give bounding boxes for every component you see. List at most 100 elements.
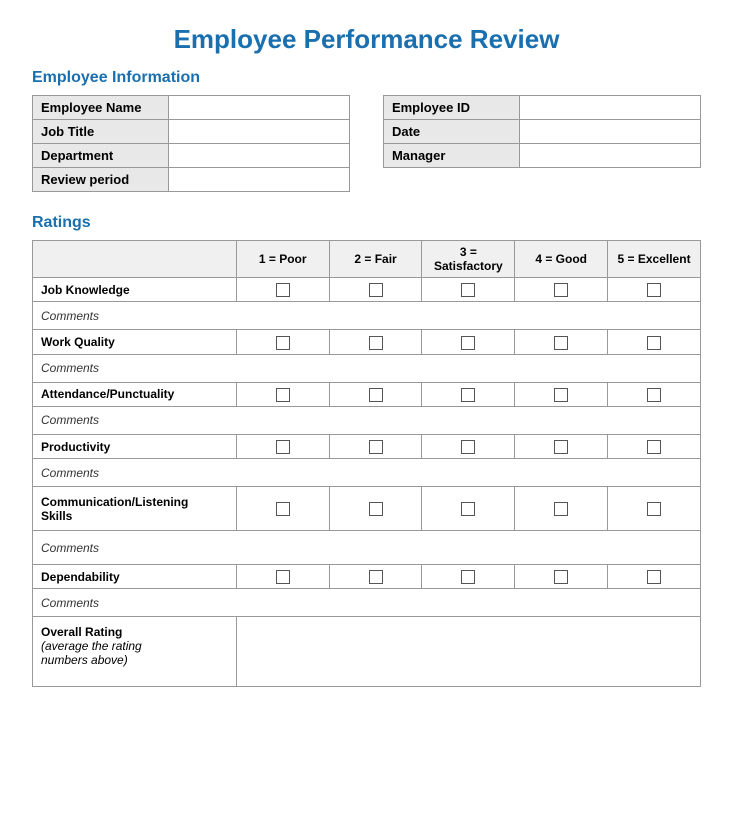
job-knowledge-4[interactable] — [515, 278, 608, 302]
row-productivity: Productivity — [33, 434, 701, 458]
date-value[interactable] — [519, 120, 700, 144]
overall-rating-label: Overall Rating (average the ratingnumber… — [33, 617, 237, 687]
employee-info-table: Employee Name Employee ID Job Title Date… — [32, 95, 701, 192]
checkbox-icon[interactable] — [276, 283, 290, 297]
productivity-4[interactable] — [515, 434, 608, 458]
job-knowledge-1[interactable] — [236, 278, 329, 302]
work-quality-comments[interactable]: Comments — [33, 354, 701, 382]
productivity-5[interactable] — [608, 434, 701, 458]
communication-comments[interactable]: Comments — [33, 531, 701, 565]
header-5-excellent: 5 = Excellent — [608, 241, 701, 278]
checkbox-icon[interactable] — [554, 283, 568, 297]
work-quality-4[interactable] — [515, 330, 608, 354]
productivity-label: Productivity — [33, 434, 237, 458]
dependability-4[interactable] — [515, 565, 608, 589]
checkbox-icon[interactable] — [647, 502, 661, 516]
review-period-value[interactable] — [168, 168, 349, 192]
header-4-good: 4 = Good — [515, 241, 608, 278]
checkbox-icon[interactable] — [276, 570, 290, 584]
checkbox-icon[interactable] — [369, 570, 383, 584]
checkbox-icon[interactable] — [554, 336, 568, 350]
ratings-section-title: Ratings — [32, 214, 701, 232]
dependability-2[interactable] — [329, 565, 422, 589]
checkbox-icon[interactable] — [369, 388, 383, 402]
employee-name-label: Employee Name — [33, 96, 169, 120]
checkbox-icon[interactable] — [276, 502, 290, 516]
employee-id-value[interactable] — [519, 96, 700, 120]
ratings-header-row: 1 = Poor 2 = Fair 3 =Satisfactory 4 = Go… — [33, 241, 701, 278]
checkbox-icon[interactable] — [554, 502, 568, 516]
attendance-comments[interactable]: Comments — [33, 406, 701, 434]
dependability-comments[interactable]: Comments — [33, 589, 701, 617]
attendance-4[interactable] — [515, 382, 608, 406]
review-period-label: Review period — [33, 168, 169, 192]
dependability-5[interactable] — [608, 565, 701, 589]
productivity-2[interactable] — [329, 434, 422, 458]
attendance-5[interactable] — [608, 382, 701, 406]
row-communication: Communication/ListeningSkills — [33, 487, 701, 531]
checkbox-icon[interactable] — [369, 336, 383, 350]
attendance-label: Attendance/Punctuality — [33, 382, 237, 406]
checkbox-icon[interactable] — [647, 336, 661, 350]
checkbox-icon[interactable] — [647, 570, 661, 584]
header-1-poor: 1 = Poor — [236, 241, 329, 278]
checkbox-icon[interactable] — [461, 388, 475, 402]
checkbox-icon[interactable] — [461, 283, 475, 297]
communication-5[interactable] — [608, 487, 701, 531]
checkbox-icon[interactable] — [276, 388, 290, 402]
header-category — [33, 241, 237, 278]
manager-value[interactable] — [519, 144, 700, 168]
checkbox-icon[interactable] — [461, 570, 475, 584]
communication-label: Communication/ListeningSkills — [33, 487, 237, 531]
date-label: Date — [383, 120, 519, 144]
page-title: Employee Performance Review — [32, 24, 701, 55]
checkbox-icon[interactable] — [647, 388, 661, 402]
checkbox-icon[interactable] — [554, 440, 568, 454]
overall-rating-value[interactable] — [236, 617, 700, 687]
row-productivity-comments: Comments — [33, 459, 701, 487]
job-knowledge-2[interactable] — [329, 278, 422, 302]
work-quality-2[interactable] — [329, 330, 422, 354]
attendance-3[interactable] — [422, 382, 515, 406]
checkbox-icon[interactable] — [461, 502, 475, 516]
job-title-label: Job Title — [33, 120, 169, 144]
job-knowledge-3[interactable] — [422, 278, 515, 302]
communication-2[interactable] — [329, 487, 422, 531]
checkbox-icon[interactable] — [276, 336, 290, 350]
attendance-1[interactable] — [236, 382, 329, 406]
overall-rating-description: (average the ratingnumbers above) — [41, 639, 142, 667]
info-row-3: Department Manager — [33, 144, 701, 168]
communication-3[interactable] — [422, 487, 515, 531]
work-quality-3[interactable] — [422, 330, 515, 354]
productivity-1[interactable] — [236, 434, 329, 458]
checkbox-icon[interactable] — [369, 502, 383, 516]
department-label: Department — [33, 144, 169, 168]
department-value[interactable] — [168, 144, 349, 168]
checkbox-icon[interactable] — [554, 388, 568, 402]
employee-name-value[interactable] — [168, 96, 349, 120]
checkbox-icon[interactable] — [554, 570, 568, 584]
row-attendance-comments: Comments — [33, 406, 701, 434]
info-row-2: Job Title Date — [33, 120, 701, 144]
ratings-table: 1 = Poor 2 = Fair 3 =Satisfactory 4 = Go… — [32, 240, 701, 687]
checkbox-icon[interactable] — [647, 283, 661, 297]
checkbox-icon[interactable] — [369, 440, 383, 454]
attendance-2[interactable] — [329, 382, 422, 406]
checkbox-icon[interactable] — [369, 283, 383, 297]
productivity-3[interactable] — [422, 434, 515, 458]
communication-1[interactable] — [236, 487, 329, 531]
dependability-1[interactable] — [236, 565, 329, 589]
checkbox-icon[interactable] — [276, 440, 290, 454]
row-job-knowledge-comments: Comments — [33, 302, 701, 330]
productivity-comments[interactable]: Comments — [33, 459, 701, 487]
work-quality-5[interactable] — [608, 330, 701, 354]
checkbox-icon[interactable] — [647, 440, 661, 454]
dependability-3[interactable] — [422, 565, 515, 589]
communication-4[interactable] — [515, 487, 608, 531]
checkbox-icon[interactable] — [461, 336, 475, 350]
work-quality-1[interactable] — [236, 330, 329, 354]
job-title-value[interactable] — [168, 120, 349, 144]
job-knowledge-5[interactable] — [608, 278, 701, 302]
job-knowledge-comments[interactable]: Comments — [33, 302, 701, 330]
checkbox-icon[interactable] — [461, 440, 475, 454]
